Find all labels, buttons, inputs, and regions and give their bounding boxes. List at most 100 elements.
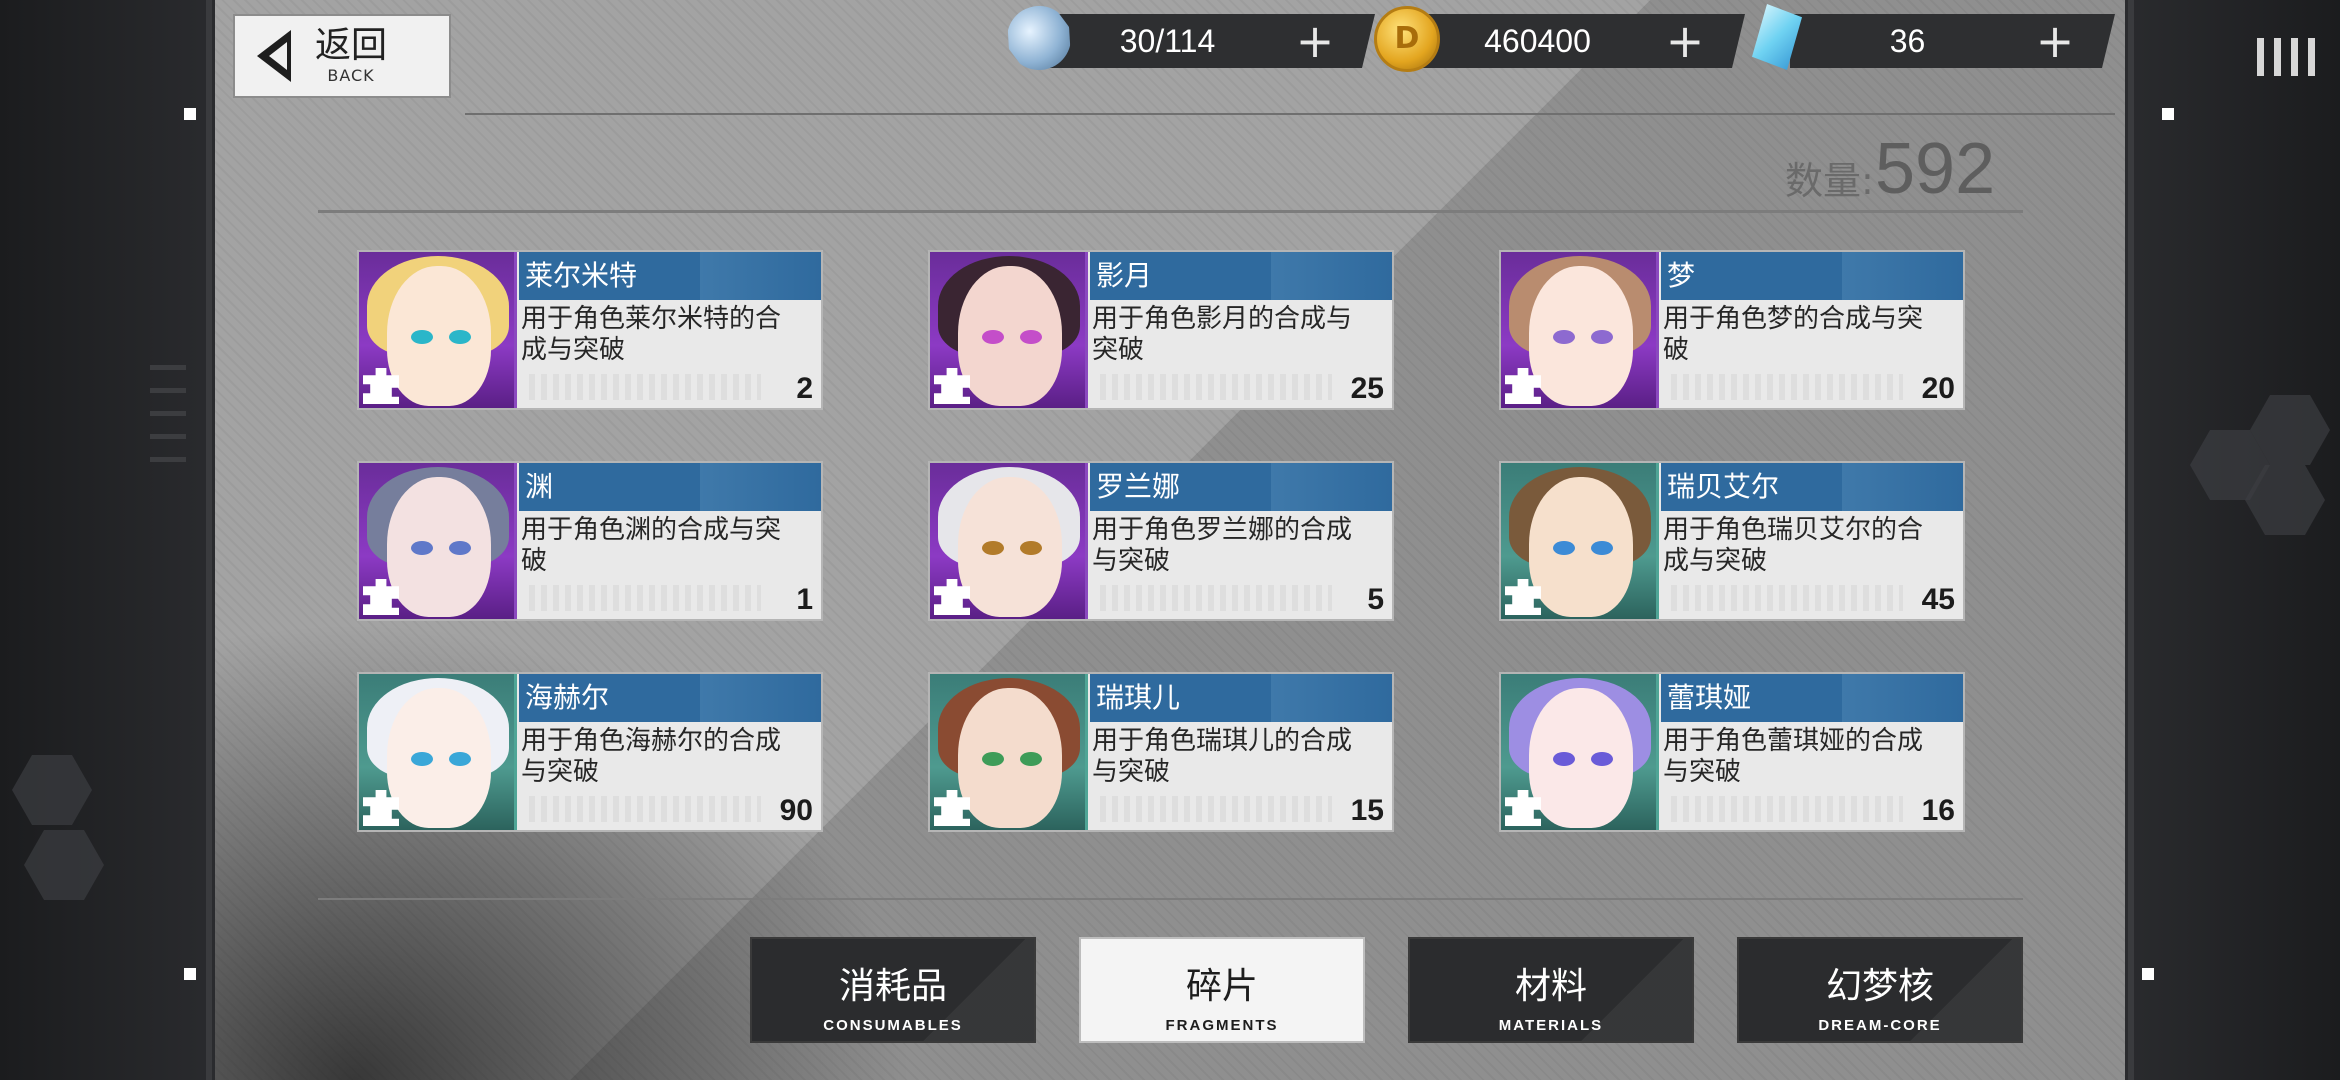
menu-bars-icon[interactable]: [2257, 38, 2315, 76]
portrait-face: [387, 266, 491, 406]
card-pattern: [529, 585, 761, 611]
portrait-face: [387, 477, 491, 617]
fragment-description: 用于角色瑞贝艾尔的合成与突破: [1663, 515, 1924, 576]
fragment-name: 蕾琪娅: [1661, 674, 1963, 722]
portrait-eye: [1591, 541, 1613, 555]
tab-sublabel: FRAGMENTS: [1165, 1017, 1279, 1034]
stamina-value: 30/114: [1119, 22, 1216, 59]
fragment-card[interactable]: 蕾琪娅 用于角色蕾琪娅的合成与突破 16: [1499, 672, 1965, 832]
fragment-name: 影月: [1090, 252, 1392, 300]
fragment-quantity: 1: [796, 583, 813, 616]
frame-dot: [184, 968, 196, 980]
frame-dot: [184, 108, 196, 120]
right-frame: [2125, 0, 2340, 1080]
frame-dot: [2162, 108, 2174, 120]
fragment-card[interactable]: 梦 用于角色梦的合成与突破 20: [1499, 250, 1965, 410]
portrait-eye: [1020, 541, 1042, 555]
portrait-eye: [982, 752, 1004, 766]
fragment-name: 莱尔米特: [519, 252, 821, 300]
fragment-quantity: 16: [1921, 794, 1955, 827]
stamina-bar: 30/114 +: [1050, 14, 1375, 68]
count-label: 数量:: [1785, 159, 1874, 203]
portrait-face: [958, 688, 1062, 828]
card-pattern: [1671, 796, 1903, 822]
fragment-description: 用于角色蕾琪娅的合成与突破: [1663, 726, 1924, 787]
character-portrait: [359, 463, 517, 619]
portrait-face: [1529, 688, 1633, 828]
left-frame-line: [206, 0, 212, 1080]
card-pattern: [1671, 585, 1903, 611]
portrait-eye: [1020, 330, 1042, 344]
character-portrait: [930, 674, 1088, 830]
gold-coin-icon: [1374, 6, 1440, 72]
back-label: 返回: [315, 25, 388, 66]
fragment-card[interactable]: 海赫尔 用于角色海赫尔的合成与突破 90: [357, 672, 823, 832]
portrait-face: [1529, 477, 1633, 617]
character-portrait: [930, 252, 1088, 408]
portrait-eye: [449, 752, 471, 766]
fragment-name: 罗兰娜: [1090, 463, 1392, 511]
diamond-value: 36: [1889, 22, 1926, 59]
portrait-eye: [1591, 752, 1613, 766]
fragment-description: 用于角色瑞琪儿的合成与突破: [1092, 726, 1353, 787]
fragment-name: 梦: [1661, 252, 1963, 300]
gold-bar: 460400 +: [1420, 14, 1745, 68]
portrait-eye: [449, 541, 471, 555]
tab-consumables[interactable]: 消耗品 CONSUMABLES: [750, 937, 1036, 1043]
fragment-quantity: 25: [1350, 372, 1384, 405]
tab-label: 碎片: [1185, 966, 1258, 1007]
fragment-quantity: 2: [796, 372, 813, 405]
character-portrait: [359, 674, 517, 830]
portrait-face: [958, 266, 1062, 406]
tab-dream-core[interactable]: 幻梦核 DREAM-CORE: [1737, 937, 2023, 1043]
fragment-card[interactable]: 影月 用于角色影月的合成与突破 25: [928, 250, 1394, 410]
portrait-eye: [1553, 330, 1575, 344]
card-pattern: [1671, 374, 1903, 400]
left-frame: [0, 0, 215, 1080]
portrait-face: [958, 477, 1062, 617]
portrait-eye: [411, 541, 433, 555]
fragment-card[interactable]: 瑞贝艾尔 用于角色瑞贝艾尔的合成与突破 45: [1499, 461, 1965, 621]
portrait-eye: [1553, 541, 1575, 555]
add-gold-button[interactable]: +: [1655, 14, 1715, 68]
fragment-description: 用于角色渊的合成与突破: [521, 515, 782, 576]
character-portrait: [1501, 252, 1659, 408]
back-arrow-icon: [257, 30, 291, 82]
add-diamond-button[interactable]: +: [2025, 14, 2085, 68]
portrait-eye: [449, 330, 471, 344]
fragment-description: 用于角色影月的合成与突破: [1092, 304, 1353, 365]
tab-materials[interactable]: 材料 MATERIALS: [1408, 937, 1694, 1043]
card-pattern: [1100, 374, 1332, 400]
character-portrait: [1501, 674, 1659, 830]
fragment-name: 海赫尔: [519, 674, 821, 722]
fragment-card[interactable]: 渊 用于角色渊的合成与突破 1: [357, 461, 823, 621]
back-sublabel: BACK: [327, 66, 375, 85]
diamond-bar: 36 +: [1790, 14, 2115, 68]
portrait-eye: [411, 752, 433, 766]
character-portrait: [930, 463, 1088, 619]
header-divider: [465, 113, 2115, 115]
fragment-name: 渊: [519, 463, 821, 511]
frame-ticks: [150, 365, 186, 480]
fragment-name: 瑞琪儿: [1090, 674, 1392, 722]
fragment-card[interactable]: 瑞琪儿 用于角色瑞琪儿的合成与突破 15: [928, 672, 1394, 832]
character-portrait: [1501, 463, 1659, 619]
card-pattern: [1100, 585, 1332, 611]
portrait-eye: [1553, 752, 1575, 766]
portrait-face: [387, 688, 491, 828]
character-portrait: [359, 252, 517, 408]
fragment-description: 用于角色海赫尔的合成与突破: [521, 726, 782, 787]
fragment-card[interactable]: 莱尔米特 用于角色莱尔米特的合成与突破 2: [357, 250, 823, 410]
back-button[interactable]: 返回 BACK: [233, 14, 451, 98]
add-stamina-button[interactable]: +: [1285, 14, 1345, 68]
fragment-description: 用于角色梦的合成与突破: [1663, 304, 1924, 365]
bottom-divider: [318, 898, 2023, 900]
portrait-eye: [411, 330, 433, 344]
fragment-description: 用于角色罗兰娜的合成与突破: [1092, 515, 1353, 576]
portrait-eye: [1591, 330, 1613, 344]
fragment-name: 瑞贝艾尔: [1661, 463, 1963, 511]
tab-fragments[interactable]: 碎片 FRAGMENTS: [1079, 937, 1365, 1043]
fragment-card[interactable]: 罗兰娜 用于角色罗兰娜的合成与突破 5: [928, 461, 1394, 621]
portrait-face: [1529, 266, 1633, 406]
fragment-quantity: 45: [1921, 583, 1955, 616]
